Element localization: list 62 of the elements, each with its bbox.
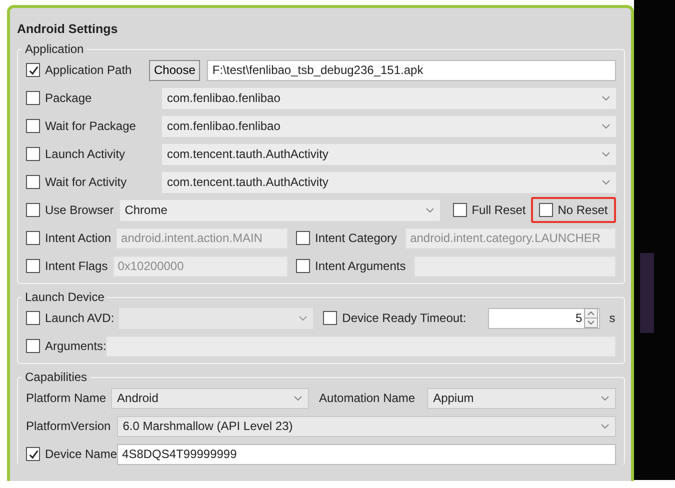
checkbox-label: Intent Action	[45, 231, 112, 245]
checkbox-label: Full Reset	[472, 203, 526, 217]
checkbox-label: Package	[45, 91, 92, 105]
checkbox-label: Wait for Package	[45, 119, 136, 133]
chevron-icon	[601, 424, 609, 428]
checkbox[interactable]	[26, 339, 40, 353]
text-field[interactable]: 4S8DQS4T99999999	[117, 444, 616, 464]
checkbox[interactable]	[26, 147, 40, 161]
dropdown[interactable]: Android	[111, 388, 310, 408]
checkbox-label: Device Ready Timeout:	[342, 311, 466, 325]
checkbox-label: Application Path	[45, 63, 132, 77]
path-field[interactable]: F:\test\fenlibao_tsb_debug236_151.apk	[207, 60, 616, 80]
checkbox[interactable]	[26, 203, 40, 217]
checkbox[interactable]	[323, 311, 338, 325]
checkbox-label: Wait for Activity	[45, 175, 127, 189]
checkbox-label: Arguments:	[45, 339, 106, 353]
chevron-icon	[299, 316, 308, 320]
checkbox[interactable]	[26, 175, 40, 189]
checkbox-label: Launch AVD:	[45, 311, 114, 325]
chevron-icon	[602, 96, 610, 100]
checkbox-label: Intent Category	[315, 231, 398, 245]
checkbox-label: Intent Arguments	[315, 259, 406, 273]
checkbox-label: Intent Flags	[45, 259, 108, 273]
dropdown[interactable]: com.tencent.tauth.AuthActivity	[162, 144, 616, 164]
dropdown[interactable]: Chrome	[120, 200, 440, 220]
dropdown[interactable]: Appium	[427, 388, 616, 408]
unit-label: s	[609, 311, 616, 325]
checkbox-label: No Reset	[558, 203, 608, 217]
chevron-icon	[602, 152, 610, 156]
checkbox[interactable]	[26, 231, 40, 245]
dropdown[interactable]: com.tencent.tauth.AuthActivity	[162, 172, 616, 192]
field-label: PlatformVersion	[26, 419, 111, 433]
window-title: Android Settings	[17, 22, 119, 36]
checkbox[interactable]	[26, 63, 40, 77]
checkbox-label: Use Browser	[45, 203, 114, 217]
dropdown[interactable]: com.fenlibao.fenlibao	[162, 88, 616, 108]
dropdown[interactable]: 6.0 Marshmallow (API Level 23)	[116, 416, 616, 436]
checkbox[interactable]	[26, 119, 40, 133]
checkbox-label: Device Name	[45, 447, 118, 461]
checkbox[interactable]	[26, 311, 40, 325]
chevron-icon	[602, 180, 610, 184]
checkbox[interactable]	[26, 91, 40, 105]
chevron-icon	[426, 208, 434, 212]
field-label: Automation Name	[319, 391, 416, 405]
dropdown[interactable]: com.fenlibao.fenlibao	[162, 116, 616, 136]
choose-button[interactable]: Choose	[149, 60, 200, 80]
chevron-icon	[602, 124, 610, 128]
checkbox[interactable]	[296, 259, 310, 273]
group-title: Capabilities	[24, 370, 88, 384]
chevron-icon	[294, 396, 302, 400]
group-title: Application	[24, 42, 85, 56]
checkbox[interactable]	[452, 203, 467, 217]
spin-arrows-icon	[584, 308, 598, 328]
group-title: Launch Device	[24, 290, 106, 304]
checkbox-label: Launch Activity	[45, 147, 126, 161]
checkbox[interactable]	[296, 231, 310, 245]
chevron-icon	[601, 396, 609, 400]
checkbox[interactable]	[26, 259, 40, 273]
number-field[interactable]: 5	[488, 308, 600, 328]
checkbox[interactable]	[26, 447, 40, 461]
checkbox[interactable]	[538, 203, 553, 217]
field-label: Platform Name	[26, 391, 106, 405]
